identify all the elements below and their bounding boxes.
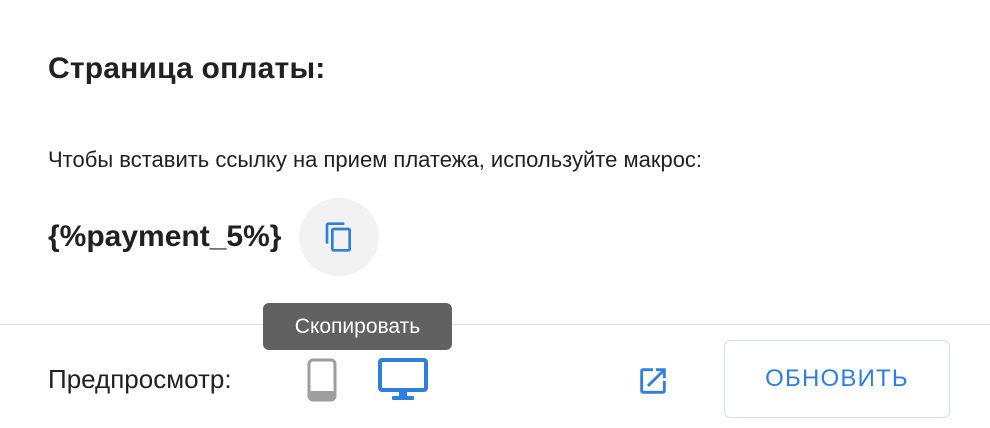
macro-row: {%payment_5%} <box>48 198 380 276</box>
payment-page-panel: Страница оплаты: Чтобы вставить ссылку н… <box>0 0 990 428</box>
copy-tooltip: Скопировать <box>263 303 452 350</box>
payment-macro: {%payment_5%} <box>48 220 282 253</box>
section-divider <box>0 324 990 325</box>
open-in-new-icon <box>640 368 666 394</box>
copy-macro-button[interactable] <box>299 198 380 276</box>
desktop-monitor-icon <box>378 358 428 400</box>
mobile-preview-button[interactable] <box>302 356 342 404</box>
preview-label: Предпросмотр: <box>48 364 232 394</box>
page-title: Страница оплаты: <box>48 52 326 85</box>
refresh-button[interactable]: ОБНОВИТЬ <box>724 340 950 418</box>
open-preview-button[interactable] <box>634 362 672 400</box>
macro-hint-text: Чтобы вставить ссылку на прием платежа, … <box>48 147 703 172</box>
desktop-preview-button[interactable] <box>376 356 430 404</box>
mobile-phone-icon <box>307 358 337 402</box>
copy-icon <box>326 222 352 252</box>
